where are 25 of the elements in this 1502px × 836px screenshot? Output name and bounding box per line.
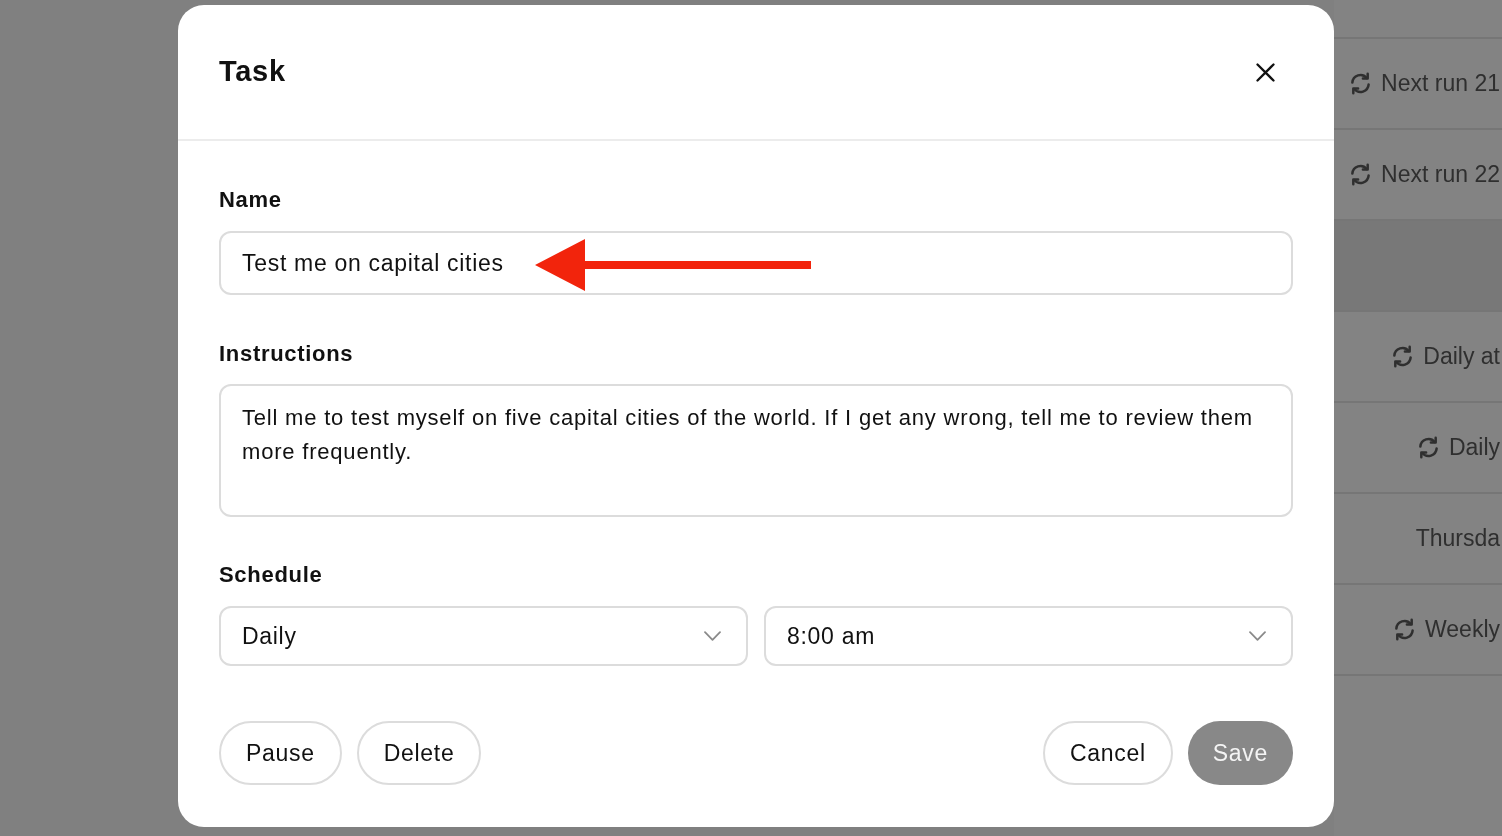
schedule-text: Next run 22 [1381, 160, 1500, 190]
field-label: Name [219, 187, 282, 213]
time-select[interactable]: 8:00 am [764, 606, 1293, 666]
outline-button[interactable]: Delete [356, 721, 482, 785]
field-label: Schedule [219, 562, 323, 588]
outline-button[interactable]: Pause [219, 721, 342, 785]
schedule-text: Daily [1448, 433, 1500, 463]
schedule-text: Weekly [1425, 615, 1500, 645]
refresh-icon [1349, 72, 1373, 95]
chevron-down-icon [1249, 631, 1266, 641]
field-label: Instructions [219, 341, 354, 367]
name-input[interactable]: Test me on capital cities [219, 231, 1293, 295]
schedule-text: Thursda [1415, 524, 1500, 554]
schedule-text: Next run 21 [1381, 69, 1500, 99]
refresh-icon [1393, 618, 1416, 641]
frequency-select[interactable]: Daily [219, 606, 748, 666]
schedule-text: Daily at [1423, 342, 1500, 372]
refresh-icon [1391, 345, 1415, 368]
close-icon [1255, 62, 1275, 82]
dialog-title: Task [219, 54, 286, 90]
outline-button[interactable]: Cancel [1042, 721, 1173, 785]
refresh-icon [1349, 163, 1373, 186]
refresh-icon [1416, 436, 1440, 459]
chevron-down-icon [704, 631, 721, 641]
instructions-input[interactable]: Tell me to test myself on five capital cities of the world. If I get any wrong, tell me to review them more frequently. [219, 384, 1293, 517]
